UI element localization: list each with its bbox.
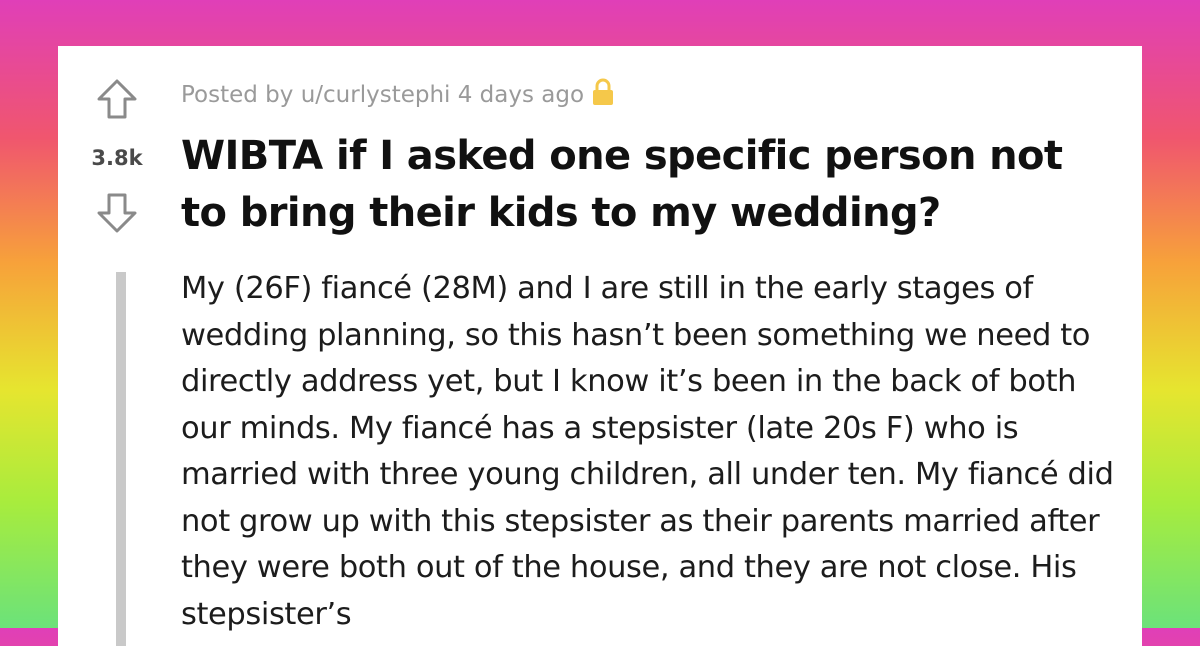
- lock-icon: [593, 78, 614, 105]
- vote-column: 3.8k: [58, 46, 176, 266]
- post-meta: Posted by u/curlystephi 4 days ago: [181, 78, 614, 108]
- post-card: 3.8k Posted by u/curlystephi 4 days ago …: [58, 46, 1142, 646]
- upvote-icon[interactable]: [96, 78, 138, 120]
- vote-score: 3.8k: [91, 146, 143, 170]
- quote-bar: [116, 272, 126, 646]
- post-meta-text: Posted by u/curlystephi 4 days ago: [181, 82, 585, 108]
- post-body: My (26F) fiancé (28M) and I are still in…: [181, 271, 1114, 632]
- post-title[interactable]: WIBTA if I asked one specific person not…: [181, 128, 1111, 242]
- downvote-icon[interactable]: [96, 192, 138, 234]
